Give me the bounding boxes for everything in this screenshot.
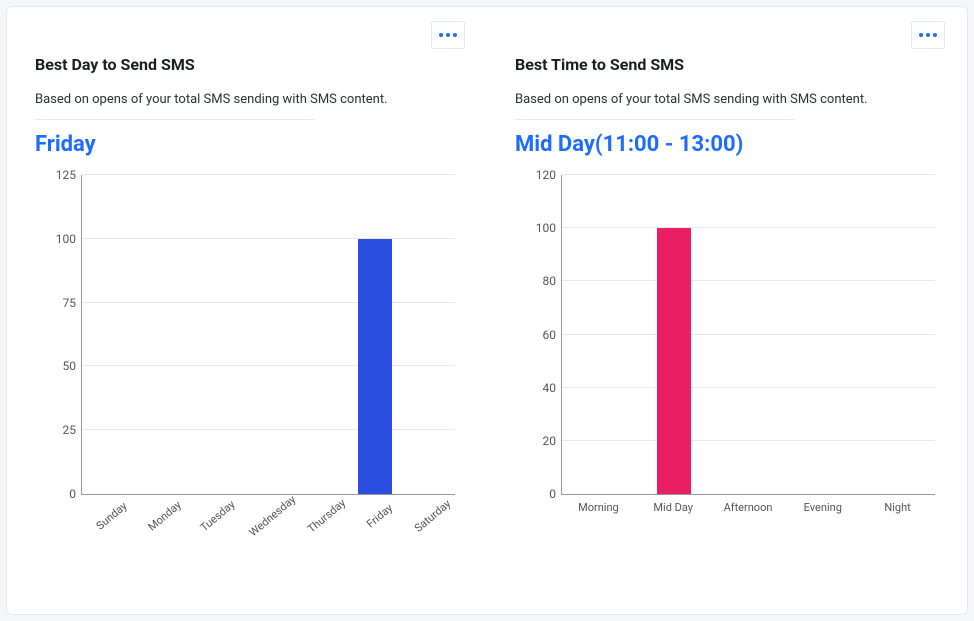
x-tick-label: Sunday [87,494,136,538]
x-tick-label: Mid Day [636,501,711,514]
highlight-value: Mid Day(11:00 - 13:00) [515,132,947,157]
y-tick-label: 50 [36,359,76,373]
dashboard-row: Best Day to Send SMS Based on opens of y… [6,6,968,615]
y-tick-label: 60 [516,328,556,342]
chart-plot: 020406080100120 [561,175,935,495]
card-subtitle: Based on opens of your total SMS sending… [515,92,947,107]
bar-slot [135,175,188,494]
divider [35,119,315,120]
more-button[interactable] [911,21,945,49]
y-tick-label: 0 [516,487,556,501]
y-tick-label: 80 [516,274,556,288]
bars [562,175,935,494]
card-best-time: Best Time to Send SMS Based on opens of … [487,17,967,600]
bar-slot [189,175,242,494]
bars [82,175,455,494]
y-tick-label: 100 [36,232,76,246]
bar-slot [295,175,348,494]
y-tick-label: 20 [516,434,556,448]
x-tick-label: Night [860,501,935,514]
bar-slot [637,175,712,494]
y-tick-label: 25 [36,423,76,437]
card-subtitle: Based on opens of your total SMS sending… [35,92,467,107]
y-tick-label: 75 [36,296,76,310]
bar [657,228,691,494]
bar-slot [402,175,455,494]
bar [358,239,392,494]
x-tick-label: Thursday [302,494,351,538]
x-axis: SundayMondayTuesdayWednesdayThursdayFrid… [81,501,455,524]
y-tick-label: 100 [516,221,556,235]
x-tick-label: Monday [140,494,189,538]
y-tick-label: 0 [36,487,76,501]
bar-slot [786,175,861,494]
highlight-value: Friday [35,132,467,157]
bar-slot [82,175,135,494]
chart-best-day: 0255075100125 SundayMondayTuesdayWednesda… [35,175,455,524]
x-tick-label: Friday [355,494,404,538]
y-tick-label: 120 [516,168,556,182]
chart-plot: 0255075100125 [81,175,455,495]
divider [515,119,795,120]
x-tick-label: Morning [561,501,636,514]
x-tick-label: Evening [785,501,860,514]
x-tick-label: Afternoon [711,501,786,514]
card-title: Best Day to Send SMS [35,55,467,74]
x-axis: MorningMid DayAfternoonEveningNight [561,501,935,514]
bar-slot [860,175,935,494]
bar-slot [348,175,401,494]
x-tick-label: Wednesday [246,493,298,539]
bar-slot [242,175,295,494]
y-tick-label: 125 [36,168,76,182]
more-icon [919,33,937,37]
bar-slot [562,175,637,494]
y-tick-label: 40 [516,381,556,395]
chart-best-time: 020406080100120 MorningMid DayAfternoonEv… [515,175,935,514]
card-best-day: Best Day to Send SMS Based on opens of y… [7,17,487,600]
x-tick-label: Saturday [408,494,457,538]
more-button[interactable] [431,21,465,49]
card-title: Best Time to Send SMS [515,55,947,74]
more-icon [439,33,457,37]
bar-slot [711,175,786,494]
x-tick-label: Tuesday [193,494,242,538]
